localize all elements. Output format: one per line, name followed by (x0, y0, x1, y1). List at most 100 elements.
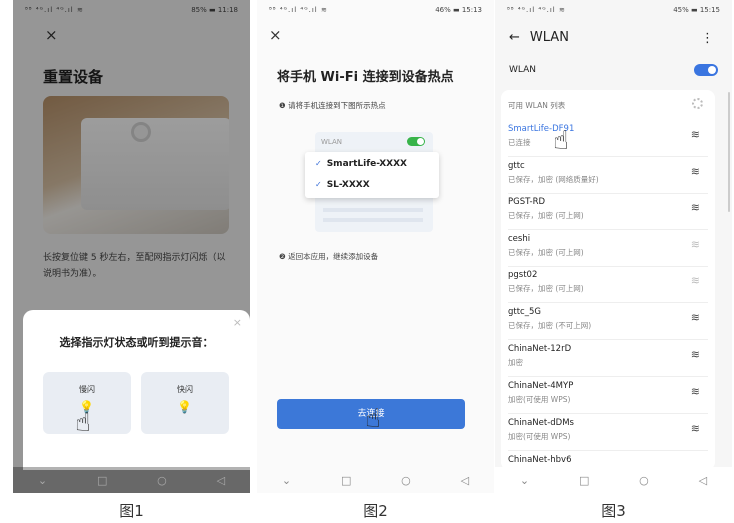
divider (508, 376, 708, 377)
wifi-lock-icon: ≋ (690, 201, 700, 214)
wlan-item[interactable]: ChinaNet-dDMs 加密(可使用 WPS) ≋ (508, 418, 708, 451)
wlan-status: 已保存，加密 (可上网) (508, 248, 584, 257)
wlan-name: gttc (508, 161, 525, 171)
divider (508, 413, 708, 414)
wlan-item[interactable]: pgst02 已保存，加密 (可上网) ≋ (508, 270, 708, 303)
hotspot-name: SmartLife-XXXX (326, 159, 407, 169)
status-bar: ⁸⁸ ⁴ᴳ.ıl ⁴ᴳ.ıl ≋ 46% ▬ 15:13 (257, 0, 494, 20)
wlan-item[interactable]: ceshi 已保存，加密 (可上网) ≋ (508, 234, 708, 267)
wlan-status: 已连接 (508, 138, 531, 147)
wlan-item[interactable]: SmartLife-DF91 已连接 ≋ (508, 124, 708, 157)
status-signal: ⁸⁸ ⁴ᴳ.ıl ⁴ᴳ.ıl ≋ (507, 6, 566, 14)
nav-recent-icon[interactable]: □ (341, 474, 351, 487)
phone-screen-connect-hotspot: ⁸⁸ ⁴ᴳ.ıl ⁴ᴳ.ıl ≋ 46% ▬ 15:13 × 将手机 Wi-Fi… (257, 0, 494, 493)
nav-down-icon[interactable]: ⌄ (282, 474, 291, 487)
wifi-illustration: WLAN ✓ SmartLife-XXXX ✓ SL-XXXX (305, 128, 445, 236)
illustration-toggle (407, 137, 425, 146)
nav-down-icon[interactable]: ⌄ (38, 474, 47, 487)
option-label: 慢闪 (79, 385, 95, 394)
check-icon: ✓ (315, 159, 322, 168)
divider (508, 156, 708, 157)
status-signal: ⁸⁸ ⁴ᴳ.ıl ⁴ᴳ.ıl ≋ (269, 6, 328, 14)
system-nav-bar: ⌄ □ ○ ◁ (13, 467, 250, 493)
wlan-list: 可用 WLAN 列表 SmartLife-DF91 已连接 ≋ gttc 已保存… (501, 90, 715, 470)
wifi-lock-icon: ≋ (690, 385, 700, 398)
wlan-name: ChinaNet-4MYP (508, 381, 574, 391)
wlan-name: ChinaNet-12rD (508, 344, 572, 354)
wlan-name: ceshi (508, 234, 531, 244)
back-arrow-icon[interactable]: ← (509, 30, 520, 45)
hand-pointer-icon: ☝ (365, 404, 381, 434)
caption-1: 图1 (119, 502, 144, 520)
divider (508, 302, 708, 303)
wlan-item[interactable]: PGST-RD 已保存，加密 (可上网) ≋ (508, 197, 708, 230)
wlan-name: PGST-RD (508, 197, 546, 207)
hotspot-item: ✓ SmartLife-XXXX (315, 159, 407, 169)
page-title: 将手机 Wi-Fi 连接到设备热点 (277, 70, 454, 85)
nav-recent-icon[interactable]: □ (97, 474, 107, 487)
wifi-icon: ≋ (690, 128, 700, 141)
wlan-status: 已保存，加密 (可上网) (508, 211, 584, 220)
illustration-wlan-label: WLAN (321, 138, 343, 146)
divider (508, 339, 708, 340)
nav-back-icon[interactable]: ◁ (699, 474, 707, 487)
nav-back-icon[interactable]: ◁ (217, 474, 225, 487)
option-fast-blink[interactable]: 快闪 💡 (141, 372, 229, 434)
system-nav-bar: ⌄ □ ○ ◁ (257, 467, 494, 493)
wlan-item[interactable]: gttc_5G 已保存，加密 (不可上网) ≋ (508, 307, 708, 340)
divider (508, 193, 708, 194)
wlan-switch-label: WLAN (509, 65, 537, 75)
caption-2: 图2 (363, 502, 388, 520)
loading-spinner-icon (692, 98, 703, 109)
scrollbar[interactable] (728, 92, 730, 212)
wlan-toggle[interactable] (694, 64, 718, 76)
close-button[interactable]: × (269, 26, 282, 44)
status-battery-time: 46% ▬ 15:13 (435, 6, 482, 14)
nav-recent-icon[interactable]: □ (579, 474, 589, 487)
wlan-name: ChinaNet-hbv6 (508, 455, 572, 465)
placeholder-bar (323, 218, 423, 222)
nav-home-icon[interactable]: ○ (401, 474, 411, 487)
system-nav-bar: ⌄ □ ○ ◁ (495, 467, 732, 493)
header: ← WLAN (509, 30, 569, 45)
wifi-lock-icon: ≋ (690, 238, 700, 251)
hand-pointer-icon: ☝ (553, 126, 569, 156)
wlan-name: ChinaNet-dDMs (508, 418, 574, 428)
hotspot-popup: ✓ SmartLife-XXXX ✓ SL-XXXX (305, 152, 439, 198)
option-label: 快闪 (177, 385, 193, 394)
nav-home-icon[interactable]: ○ (157, 474, 167, 487)
wlan-status: 加密(可使用 WPS) (508, 432, 571, 441)
wlan-status: 已保存，加密 (可上网) (508, 284, 584, 293)
nav-home-icon[interactable]: ○ (639, 474, 649, 487)
light-bulb-icon: 💡 (177, 400, 192, 414)
wlan-list-header: 可用 WLAN 列表 (508, 101, 566, 110)
hotspot-item: ✓ SL-XXXX (315, 180, 370, 190)
phone-screen-reset-device: ⁸⁸ ⁴ᴳ.ıl ⁴ᴳ.ıl ≋ 85% ▬ 11:18 × 重置设备 长按复位… (13, 0, 250, 493)
nav-back-icon[interactable]: ◁ (461, 474, 469, 487)
wlan-item[interactable]: ChinaNet-4MYP 加密(可使用 WPS) ≋ (508, 381, 708, 414)
wifi-lock-icon: ≋ (690, 165, 700, 178)
wifi-error-icon: ≋ (690, 311, 700, 324)
phone-screen-wlan-settings: ⁸⁸ ⁴ᴳ.ıl ⁴ᴳ.ıl ≋ 45% ▬ 15:15 ← WLAN ⋮ WLA… (495, 0, 732, 493)
divider (508, 266, 708, 267)
nav-down-icon[interactable]: ⌄ (520, 474, 529, 487)
check-icon: ✓ (315, 180, 322, 189)
wlan-name: pgst02 (508, 270, 538, 280)
wlan-item[interactable]: ChinaNet-12rD 加密 ≋ (508, 344, 708, 377)
wlan-status: 已保存，加密 (网络质量好) (508, 175, 599, 184)
wlan-status: 加密 (508, 358, 523, 367)
wifi-lock-icon: ≋ (690, 422, 700, 435)
wlan-status: 已保存，加密 (不可上网) (508, 321, 592, 330)
caption-3: 图3 (601, 502, 626, 520)
divider (508, 229, 708, 230)
sheet-question: 选择指示灯状态或听到提示音： (59, 336, 214, 349)
step-2-text: ❷ 返回本应用，继续添加设备 (279, 252, 379, 261)
hand-pointer-icon: ☝ (75, 408, 91, 438)
status-battery-time: 45% ▬ 15:15 (673, 6, 720, 14)
wlan-item[interactable]: gttc 已保存，加密 (网络质量好) ≋ (508, 161, 708, 194)
more-menu-icon[interactable]: ⋮ (701, 31, 714, 46)
page-title: WLAN (529, 30, 569, 45)
indicator-sheet: × 选择指示灯状态或听到提示音： 慢闪 💡 快闪 💡 (23, 310, 250, 470)
wlan-name: gttc_5G (508, 307, 541, 317)
sheet-close-icon[interactable]: × (233, 316, 242, 329)
